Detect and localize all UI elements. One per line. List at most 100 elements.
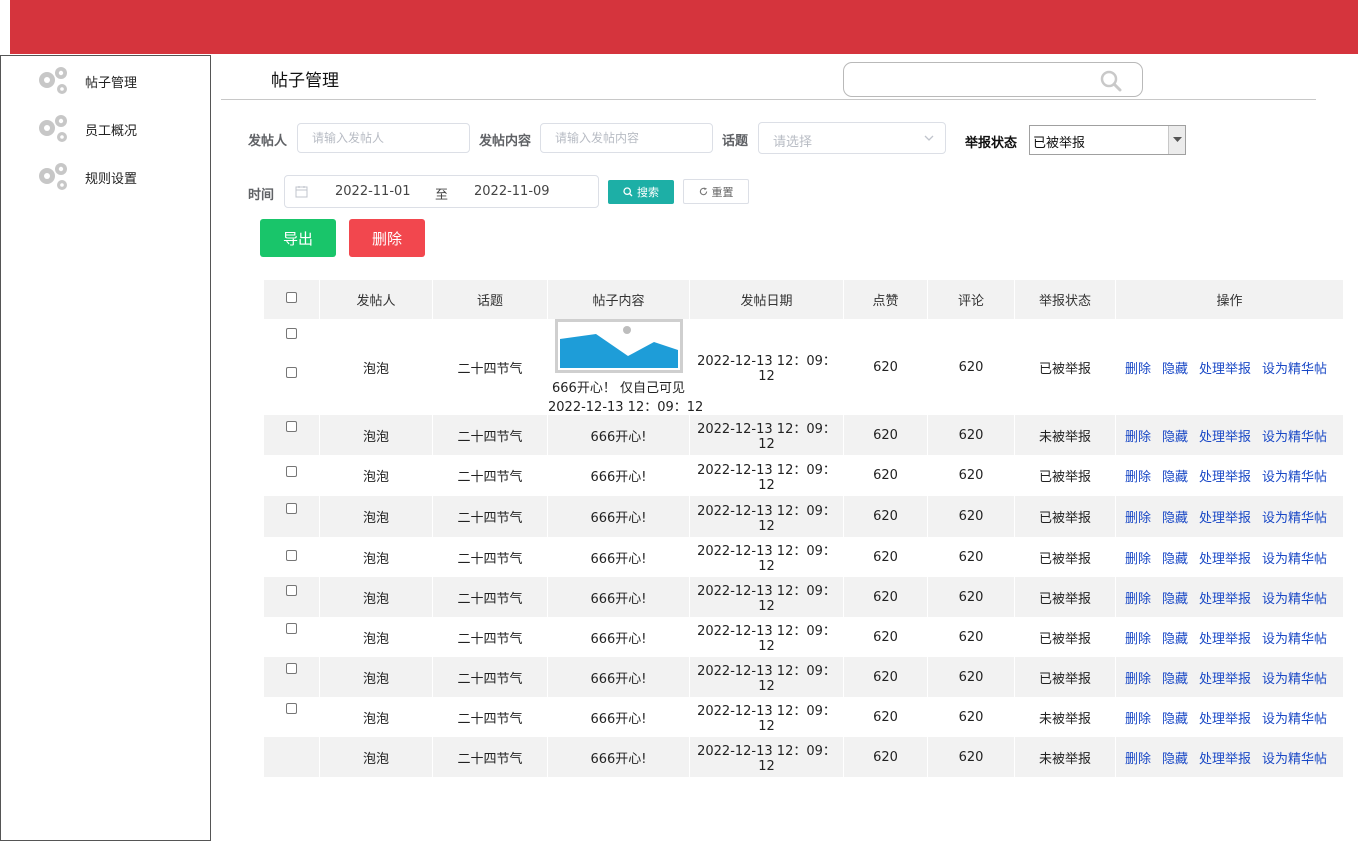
checkbox-cell bbox=[264, 617, 319, 657]
handle-report-link[interactable]: 处理举报 bbox=[1199, 511, 1251, 526]
set-featured-link[interactable]: 设为精华帖 bbox=[1262, 672, 1327, 687]
row-checkbox[interactable] bbox=[286, 421, 297, 432]
hide-link[interactable]: 隐藏 bbox=[1162, 470, 1188, 485]
posts-table: 发帖人 话题 帖子内容 发帖日期 点赞 评论 举报状态 操作 泡泡 二十四节气 bbox=[264, 280, 1343, 777]
delete-link[interactable]: 删除 bbox=[1125, 752, 1151, 767]
hide-link[interactable]: 隐藏 bbox=[1162, 430, 1188, 445]
delete-link[interactable]: 删除 bbox=[1125, 632, 1151, 647]
set-featured-link[interactable]: 设为精华帖 bbox=[1262, 712, 1327, 727]
reset-button[interactable]: 重置 bbox=[683, 179, 749, 204]
checkbox-cell bbox=[264, 697, 319, 737]
dropdown-button[interactable] bbox=[1168, 126, 1185, 154]
search-button-label: 搜索 bbox=[637, 186, 659, 199]
status-cell: 已被举报 bbox=[1014, 537, 1115, 577]
hide-link[interactable]: 隐藏 bbox=[1162, 752, 1188, 767]
delete-button[interactable]: 删除 bbox=[349, 219, 425, 257]
date-range-picker[interactable]: 2022-11-01 至 2022-11-09 bbox=[284, 175, 599, 208]
select-all-checkbox[interactable] bbox=[286, 292, 297, 303]
likes-cell: 620 bbox=[843, 496, 927, 537]
checkbox-cell bbox=[264, 455, 319, 496]
poster-cell: 泡泡 bbox=[319, 455, 432, 496]
delete-link[interactable]: 删除 bbox=[1125, 592, 1151, 607]
search-button[interactable]: 搜索 bbox=[608, 180, 674, 204]
delete-link[interactable]: 删除 bbox=[1125, 430, 1151, 445]
date-cell: 2022-12-13 12：09：12 bbox=[689, 577, 843, 617]
sidebar-item-rules[interactable]: 规则设置 bbox=[33, 160, 137, 194]
search-input[interactable] bbox=[854, 64, 1104, 95]
top-search-box[interactable] bbox=[843, 62, 1143, 97]
poster-cell: 泡泡 bbox=[319, 697, 432, 737]
set-featured-link[interactable]: 设为精华帖 bbox=[1262, 752, 1327, 767]
topic-select[interactable]: 请选择 bbox=[758, 122, 946, 154]
sidebar-item-label: 规则设置 bbox=[85, 171, 138, 187]
delete-link[interactable]: 删除 bbox=[1125, 362, 1151, 377]
date-cell: 2022-12-13 12：09：12 bbox=[689, 617, 843, 657]
row-checkbox[interactable] bbox=[286, 503, 297, 514]
delete-link[interactable]: 删除 bbox=[1125, 511, 1151, 526]
row-checkbox[interactable] bbox=[286, 663, 297, 674]
hide-link[interactable]: 隐藏 bbox=[1162, 511, 1188, 526]
handle-report-link[interactable]: 处理举报 bbox=[1199, 632, 1251, 647]
delete-link[interactable]: 删除 bbox=[1125, 672, 1151, 687]
content-cell: 666开心! bbox=[547, 577, 689, 617]
handle-report-link[interactable]: 处理举报 bbox=[1199, 552, 1251, 567]
hide-link[interactable]: 隐藏 bbox=[1162, 592, 1188, 607]
hide-link[interactable]: 隐藏 bbox=[1162, 362, 1188, 377]
set-featured-link[interactable]: 设为精华帖 bbox=[1262, 430, 1327, 445]
set-featured-link[interactable]: 设为精华帖 bbox=[1262, 470, 1327, 485]
delete-link[interactable]: 删除 bbox=[1125, 552, 1151, 567]
handle-report-link[interactable]: 处理举报 bbox=[1199, 430, 1251, 445]
row-checkbox[interactable] bbox=[286, 623, 297, 634]
likes-cell: 620 bbox=[843, 537, 927, 577]
handle-report-link[interactable]: 处理举报 bbox=[1199, 470, 1251, 485]
search-icon[interactable] bbox=[1100, 70, 1122, 92]
sidebar-item-posts[interactable]: 帖子管理 bbox=[33, 64, 137, 98]
delete-link[interactable]: 删除 bbox=[1125, 712, 1151, 727]
set-featured-link[interactable]: 设为精华帖 bbox=[1262, 632, 1327, 647]
content-cell: 666开心! bbox=[547, 697, 689, 737]
date-end[interactable]: 2022-11-09 bbox=[474, 184, 550, 199]
hide-link[interactable]: 隐藏 bbox=[1162, 632, 1188, 647]
row-checkbox[interactable] bbox=[286, 550, 297, 561]
handle-report-link[interactable]: 处理举报 bbox=[1199, 712, 1251, 727]
hide-link[interactable]: 隐藏 bbox=[1162, 552, 1188, 567]
content-input[interactable] bbox=[540, 123, 713, 153]
row-checkbox[interactable] bbox=[286, 703, 297, 714]
report-status-value: 已被举报 bbox=[1033, 136, 1086, 151]
table-row: 泡泡 二十四节气 666开心! 2022-12-13 12：09：12 620 620 已被… bbox=[264, 496, 1343, 537]
handle-report-link[interactable]: 处理举报 bbox=[1199, 752, 1251, 767]
content-cell: 666开心! bbox=[547, 415, 689, 455]
sidebar-item-staff[interactable]: 员工概况 bbox=[33, 112, 137, 146]
row-checkbox[interactable] bbox=[286, 585, 297, 596]
ops-cell: 删除 隐藏 处理举报 设为精华帖 bbox=[1115, 537, 1343, 577]
set-featured-link[interactable]: 设为精华帖 bbox=[1262, 592, 1327, 607]
date-start[interactable]: 2022-11-01 bbox=[335, 184, 411, 199]
table-row: 泡泡 二十四节气 666开心! 2022-12-13 12：09：12 620 620 未被… bbox=[264, 737, 1343, 777]
handle-report-link[interactable]: 处理举报 bbox=[1199, 592, 1251, 607]
ops-cell: 删除 隐藏 处理举报 设为精华帖 bbox=[1115, 319, 1343, 415]
row-checkbox[interactable] bbox=[286, 367, 297, 378]
poster-cell: 泡泡 bbox=[319, 737, 432, 777]
table-header-row: 发帖人 话题 帖子内容 发帖日期 点赞 评论 举报状态 操作 bbox=[264, 280, 1343, 319]
column-header: 点赞 bbox=[843, 280, 927, 319]
handle-report-link[interactable]: 处理举报 bbox=[1199, 362, 1251, 377]
hide-link[interactable]: 隐藏 bbox=[1162, 672, 1188, 687]
likes-cell: 620 bbox=[843, 697, 927, 737]
row-checkbox[interactable] bbox=[286, 328, 297, 339]
set-featured-link[interactable]: 设为精华帖 bbox=[1262, 511, 1327, 526]
poster-input[interactable] bbox=[297, 123, 470, 153]
export-button[interactable]: 导出 bbox=[260, 219, 336, 257]
poster-cell: 泡泡 bbox=[319, 577, 432, 617]
row-checkbox[interactable] bbox=[286, 466, 297, 477]
image-thumbnail[interactable] bbox=[554, 319, 683, 373]
hide-link[interactable]: 隐藏 bbox=[1162, 712, 1188, 727]
report-status-select[interactable]: 已被举报 bbox=[1029, 125, 1186, 155]
topic-cell: 二十四节气 bbox=[432, 737, 547, 777]
ops-cell: 删除 隐藏 处理举报 设为精华帖 bbox=[1115, 496, 1343, 537]
likes-cell: 620 bbox=[843, 617, 927, 657]
set-featured-link[interactable]: 设为精华帖 bbox=[1262, 362, 1327, 377]
caret-down-icon bbox=[1173, 137, 1182, 142]
handle-report-link[interactable]: 处理举报 bbox=[1199, 672, 1251, 687]
delete-link[interactable]: 删除 bbox=[1125, 470, 1151, 485]
set-featured-link[interactable]: 设为精华帖 bbox=[1262, 552, 1327, 567]
